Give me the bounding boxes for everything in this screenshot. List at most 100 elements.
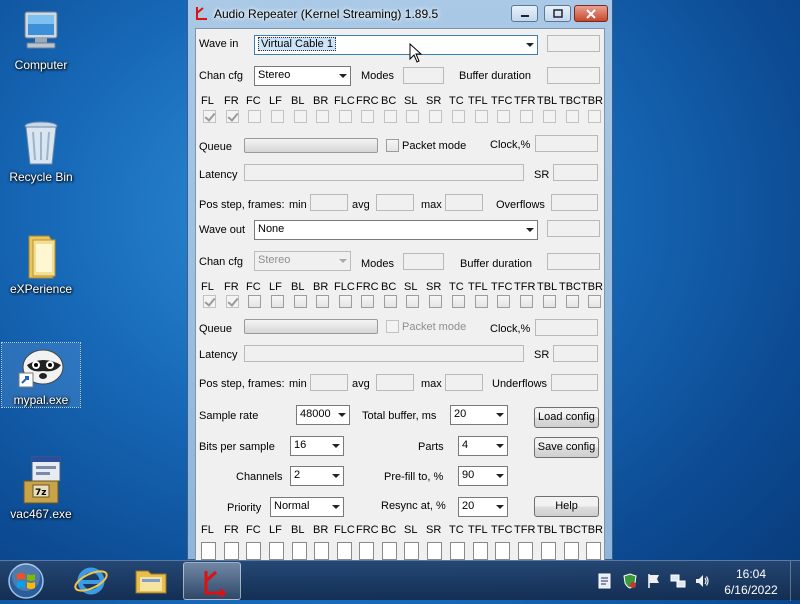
in-channel-checkbox[interactable] — [475, 110, 488, 123]
show-desktop-button[interactable] — [790, 561, 800, 601]
in-channel-checkbox[interactable] — [588, 110, 601, 123]
out-channel-checkbox[interactable] — [316, 295, 329, 308]
channel-map-field[interactable] — [337, 542, 352, 560]
channel-map-field[interactable] — [495, 542, 510, 560]
out-packet-mode-checkbox[interactable] — [386, 320, 399, 333]
channel-map-field[interactable] — [427, 542, 442, 560]
priority-select[interactable]: Normal — [270, 497, 344, 517]
out-channel-checkbox[interactable] — [588, 295, 601, 308]
in-channel-checkbox[interactable] — [543, 110, 556, 123]
in-channel-checkbox[interactable] — [361, 110, 374, 123]
in-channel-checkbox[interactable] — [497, 110, 510, 123]
in-channel-checkbox[interactable] — [406, 110, 419, 123]
channel-label: BR — [313, 95, 329, 107]
in-channel-mask: FL FR FC LF BL BR FLC FRC BC SL SR TC TF… — [196, 93, 604, 127]
load-config-button[interactable]: Load config — [534, 407, 599, 428]
recycle-bin-icon — [24, 121, 58, 165]
channel-map-field[interactable] — [404, 542, 419, 560]
taskbar-audio-repeater[interactable] — [183, 562, 241, 600]
desktop-icon-mypal[interactable]: mypal.exe — [1, 342, 81, 408]
in-channel-checkbox[interactable] — [339, 110, 352, 123]
minimize-button[interactable] — [511, 5, 538, 22]
taskbar-explorer[interactable] — [122, 562, 180, 600]
save-config-button[interactable]: Save config — [534, 437, 599, 458]
prefill-select[interactable]: 90 — [458, 466, 508, 486]
out-channel-checkbox[interactable] — [520, 295, 533, 308]
resync-select[interactable]: 20 — [458, 497, 508, 517]
in-channel-checkbox[interactable] — [316, 110, 329, 123]
channel-map-field[interactable] — [359, 542, 374, 560]
out-channel-checkbox[interactable] — [271, 295, 284, 308]
out-channel-checkbox[interactable] — [248, 295, 261, 308]
channel-label: BR — [313, 524, 329, 536]
parts-select[interactable]: 4 — [458, 436, 508, 456]
total-buffer-select[interactable]: 20 — [450, 405, 508, 425]
desktop-icon-recycle-bin[interactable]: Recycle Bin — [2, 120, 80, 184]
channel-map-field[interactable] — [246, 542, 261, 560]
out-channel-checkbox[interactable] — [452, 295, 465, 308]
taskbar-clock[interactable]: 16:04 6/16/2022 — [716, 566, 786, 598]
out-channel-checkbox[interactable] — [566, 295, 579, 308]
channel-map-field[interactable] — [314, 542, 329, 560]
action-center-icon[interactable] — [598, 573, 612, 589]
in-channel-checkbox[interactable] — [203, 110, 216, 123]
channel-map-field[interactable] — [450, 542, 465, 560]
out-channel-checkbox[interactable] — [203, 295, 216, 308]
in-packet-mode-checkbox[interactable] — [386, 139, 399, 152]
channel-map-field[interactable] — [473, 542, 488, 560]
chevron-down-icon — [332, 505, 340, 509]
in-channel-checkbox[interactable] — [294, 110, 307, 123]
wave-in-select[interactable]: Virtual Cable 1 — [254, 35, 538, 55]
desktop-icon-vac467[interactable]: 7z vac467.exe — [2, 455, 80, 521]
channel-map-field[interactable] — [292, 542, 307, 560]
channel-map-field[interactable] — [201, 542, 216, 560]
in-channel-checkbox[interactable] — [566, 110, 579, 123]
prefill-label: Pre-fill to, % — [384, 471, 444, 483]
taskbar-internet-explorer[interactable] — [62, 562, 120, 600]
channel-map-field[interactable] — [541, 542, 556, 560]
maximize-button[interactable] — [544, 5, 571, 22]
in-channel-checkbox[interactable] — [248, 110, 261, 123]
flag-icon[interactable] — [646, 573, 662, 589]
out-channel-checkbox[interactable] — [294, 295, 307, 308]
out-channel-checkbox[interactable] — [406, 295, 419, 308]
channel-map-field[interactable] — [586, 542, 601, 560]
in-channel-checkbox[interactable] — [384, 110, 397, 123]
security-shield-icon[interactable] — [622, 573, 638, 589]
out-channel-checkbox[interactable] — [475, 295, 488, 308]
close-button[interactable] — [574, 5, 608, 22]
in-channel-checkbox[interactable] — [226, 110, 239, 123]
channel-map-field[interactable] — [518, 542, 533, 560]
out-channel-checkbox[interactable] — [361, 295, 374, 308]
out-chan-cfg-select[interactable]: Stereo — [254, 251, 351, 271]
help-button[interactable]: Help — [534, 496, 599, 517]
channel-map-field[interactable] — [564, 542, 579, 560]
bits-per-sample-select[interactable]: 16 — [290, 436, 344, 456]
out-channel-checkbox[interactable] — [497, 295, 510, 308]
channel-label: FC — [246, 524, 261, 536]
in-chan-cfg-select[interactable]: Stereo — [254, 66, 351, 86]
in-channel-checkbox[interactable] — [429, 110, 442, 123]
desktop-icon-computer[interactable]: Computer — [2, 10, 80, 72]
channels-select[interactable]: 2 — [290, 466, 344, 486]
channel-map-field[interactable] — [224, 542, 239, 560]
desktop-icon-experience[interactable]: eXPerience — [2, 232, 80, 296]
wave-out-select[interactable]: None — [254, 220, 538, 240]
in-channel-checkbox[interactable] — [452, 110, 465, 123]
channel-map-field[interactable] — [382, 542, 397, 560]
network-icon[interactable] — [670, 573, 686, 589]
volume-icon[interactable] — [694, 573, 710, 589]
out-min-field — [310, 374, 348, 391]
channel-map-field[interactable] — [269, 542, 284, 560]
sample-rate-select[interactable]: 48000 — [296, 405, 350, 425]
in-channel-checkbox[interactable] — [520, 110, 533, 123]
out-channel-checkbox[interactable] — [384, 295, 397, 308]
start-button[interactable] — [6, 562, 46, 600]
channel-label: SL — [404, 95, 418, 107]
out-channel-checkbox[interactable] — [339, 295, 352, 308]
title-bar[interactable]: Audio Repeater (Kernel Streaming) 1.89.5 — [188, 0, 612, 28]
in-channel-checkbox[interactable] — [271, 110, 284, 123]
out-channel-checkbox[interactable] — [226, 295, 239, 308]
out-channel-checkbox[interactable] — [429, 295, 442, 308]
out-channel-checkbox[interactable] — [543, 295, 556, 308]
